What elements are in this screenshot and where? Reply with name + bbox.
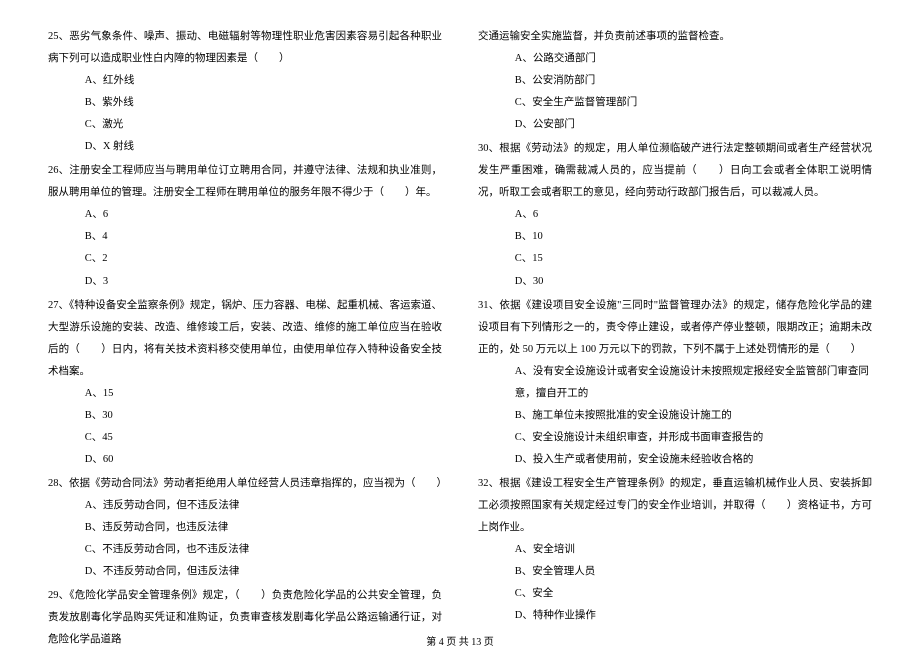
q29-cont: 交通运输安全实施监督，并负责前述事项的监督检查。 <box>478 26 872 48</box>
q30-opt-d: D、30 <box>478 271 872 293</box>
q29-opt-d: D、公安部门 <box>478 114 872 136</box>
q27-opt-d: D、60 <box>48 449 442 471</box>
q29-opt-c: C、安全生产监督管理部门 <box>478 92 872 114</box>
q32-opt-a: A、安全培训 <box>478 539 872 561</box>
q26-opt-c: C、2 <box>48 248 442 270</box>
left-column: 25、恶劣气象条件、噪声、振动、电磁辐射等物理性职业危害因素容易引起各种职业病下… <box>48 24 442 614</box>
q27-opt-b: B、30 <box>48 405 442 427</box>
q31-opt-b: B、施工单位未按照批准的安全设施设计施工的 <box>478 405 872 427</box>
q25-opt-b: B、紫外线 <box>48 92 442 114</box>
q27-opt-a: A、15 <box>48 383 442 405</box>
q25-opt-d: D、X 射线 <box>48 136 442 158</box>
q30-stem: 30、根据《劳动法》的规定，用人单位濒临破产进行法定整顿期间或者生产经营状况发生… <box>478 138 872 204</box>
q27-stem: 27、《特种设备安全监察条例》规定，锅炉、压力容器、电梯、起重机械、客运索道、大… <box>48 295 442 383</box>
q32-stem: 32、根据《建设工程安全生产管理条例》的规定，垂直运输机械作业人员、安装拆卸工必… <box>478 473 872 539</box>
q26-stem: 26、注册安全工程师应当与聘用单位订立聘用合同，并遵守法律、法规和执业准则，服从… <box>48 160 442 204</box>
q25-stem: 25、恶劣气象条件、噪声、振动、电磁辐射等物理性职业危害因素容易引起各种职业病下… <box>48 26 442 70</box>
page-footer: 第 4 页 共 13 页 <box>0 633 920 648</box>
q29-opt-a: A、公路交通部门 <box>478 48 872 70</box>
q30-opt-c: C、15 <box>478 248 872 270</box>
q30-opt-b: B、10 <box>478 226 872 248</box>
q25-opt-c: C、激光 <box>48 114 442 136</box>
q32-opt-d: D、特种作业操作 <box>478 605 872 627</box>
q30-opt-a: A、6 <box>478 204 872 226</box>
q28-opt-a: A、违反劳动合同，但不违反法律 <box>48 495 442 517</box>
right-column: 交通运输安全实施监督，并负责前述事项的监督检查。 A、公路交通部门 B、公安消防… <box>478 24 872 614</box>
q31-stem: 31、依据《建设项目安全设施"三同时"监督管理办法》的规定，储存危险化学品的建设… <box>478 295 872 361</box>
q28-opt-c: C、不违反劳动合同，也不违反法律 <box>48 539 442 561</box>
q28-opt-b: B、违反劳动合同，也违反法律 <box>48 517 442 539</box>
q31-opt-d: D、投入生产或者使用前，安全设施未经验收合格的 <box>478 449 872 471</box>
q32-opt-c: C、安全 <box>478 583 872 605</box>
q28-stem: 28、依据《劳动合同法》劳动者拒绝用人单位经营人员违章指挥的，应当视为（ ） <box>48 473 442 495</box>
q29-opt-b: B、公安消防部门 <box>478 70 872 92</box>
q31-opt-a: A、没有安全设施设计或者安全设施设计未按照规定报经安全监管部门审查同意，擅自开工… <box>478 361 872 405</box>
q26-opt-b: B、4 <box>48 226 442 248</box>
q26-opt-a: A、6 <box>48 204 442 226</box>
q32-opt-b: B、安全管理人员 <box>478 561 872 583</box>
q26-opt-d: D、3 <box>48 271 442 293</box>
q31-opt-c: C、安全设施设计未组织审查，并形成书面审查报告的 <box>478 427 872 449</box>
q28-opt-d: D、不违反劳动合同，但违反法律 <box>48 561 442 583</box>
q25-opt-a: A、红外线 <box>48 70 442 92</box>
q27-opt-c: C、45 <box>48 427 442 449</box>
